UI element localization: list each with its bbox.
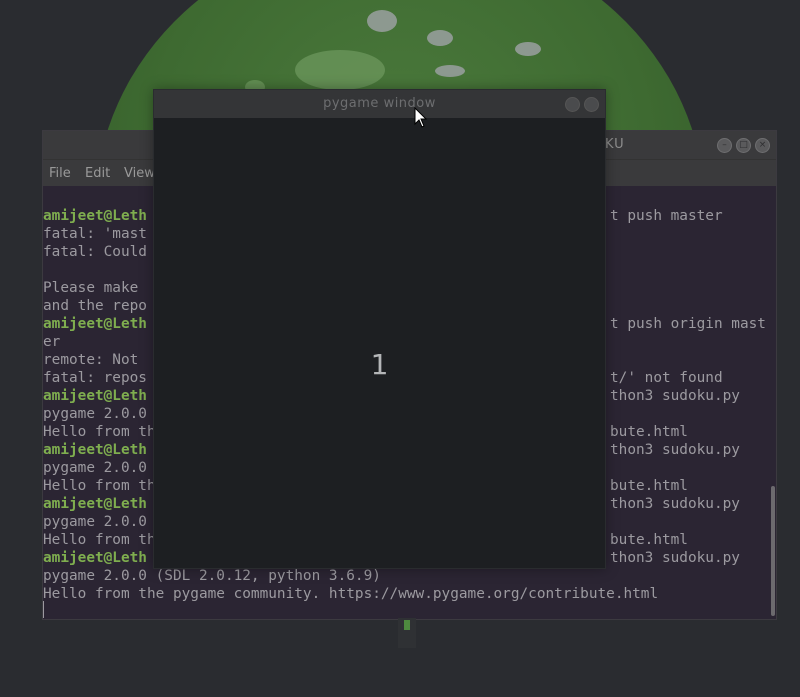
terminal-line: amijeet@Leth (43, 441, 147, 459)
terminal-text: er (43, 334, 61, 350)
terminal-text: pygame 2.0.0 (43, 406, 147, 422)
terminal-text: remote: Not (43, 352, 139, 368)
terminal-line-tail: t push master (610, 208, 723, 224)
terminal-line-tail: bute.html (610, 532, 688, 548)
terminal-line: amijeet@Leth (43, 387, 147, 405)
terminal-text: Hello from th (43, 424, 156, 440)
terminal-line: amijeet@Leth (43, 315, 147, 333)
terminal-line-tail: thon3 sudoku.py (610, 496, 740, 512)
terminal-line: er (43, 333, 60, 351)
close-button[interactable]: × (755, 138, 770, 153)
terminal-line: pygame 2.0.0 (43, 513, 147, 531)
terminal-line-tail: bute.html (610, 478, 688, 494)
terminal-line: fatal: 'mast (43, 225, 147, 243)
terminal-line: Hello from the pygame community. https:/… (43, 585, 658, 603)
mouse-pointer-icon (414, 107, 428, 128)
terminal-line: Please make (43, 279, 138, 297)
pygame-minimize-button[interactable] (565, 97, 580, 112)
terminal-text: fatal: repos (43, 370, 147, 386)
minimize-button[interactable]: – (717, 138, 732, 153)
dock-indicator (404, 620, 410, 630)
terminal-line: Hello from th (43, 531, 156, 549)
terminal-line: pygame 2.0.0 (43, 459, 147, 477)
terminal-line: Hello from th (43, 423, 156, 441)
terminal-prompt: amijeet@Leth (43, 388, 147, 404)
menu-file[interactable]: File (49, 166, 71, 181)
terminal-prompt: amijeet@Leth (43, 496, 147, 512)
terminal-line-tail: t/' not found (610, 370, 723, 386)
terminal-text: Hello from th (43, 532, 156, 548)
terminal-line-tail: t push origin mast (610, 316, 766, 332)
terminal-prompt: amijeet@Leth (43, 208, 147, 224)
menu-edit[interactable]: Edit (85, 166, 110, 181)
menu-view[interactable]: View (124, 166, 155, 181)
terminal-line: pygame 2.0.0 (SDL 2.0.12, python 3.6.9) (43, 567, 381, 585)
pygame-window[interactable]: pygame window 1 (153, 89, 606, 569)
terminal-prompt: amijeet@Leth (43, 550, 147, 566)
terminal-line-tail: thon3 sudoku.py (610, 442, 740, 458)
terminal-line: amijeet@Leth (43, 495, 147, 513)
terminal-line: amijeet@Leth (43, 207, 147, 225)
terminal-line: fatal: repos (43, 369, 147, 387)
pygame-window-title: pygame window (323, 96, 436, 111)
terminal-line-tail: thon3 sudoku.py (610, 550, 740, 566)
terminal-line: pygame 2.0.0 (43, 405, 147, 423)
terminal-prompt: amijeet@Leth (43, 316, 147, 332)
terminal-text: Please make (43, 280, 139, 296)
terminal-prompt: amijeet@Leth (43, 442, 147, 458)
terminal-text: pygame 2.0.0 (43, 514, 147, 530)
terminal-text: pygame 2.0.0 (43, 460, 147, 476)
terminal-line: amijeet@Leth (43, 549, 147, 567)
terminal-scrollbar[interactable] (771, 486, 775, 616)
terminal-line: Hello from th (43, 477, 156, 495)
terminal-cursor (43, 601, 44, 618)
terminal-text: fatal: 'mast (43, 226, 147, 242)
sudoku-digit-display: 1 (370, 348, 389, 381)
terminal-text: Hello from the pygame community. https:/… (43, 586, 659, 602)
terminal-line-tail: bute.html (610, 424, 688, 440)
terminal-text: pygame 2.0.0 (SDL 2.0.12, python 3.6.9) (43, 568, 381, 584)
terminal-text: Hello from th (43, 478, 156, 494)
terminal-line: fatal: Could (43, 243, 147, 261)
terminal-line-tail: thon3 sudoku.py (610, 388, 740, 404)
pygame-close-button[interactable] (584, 97, 599, 112)
pygame-canvas[interactable]: 1 (154, 118, 605, 568)
terminal-text: fatal: Could (43, 244, 147, 260)
terminal-line: remote: Not (43, 351, 138, 369)
terminal-text: and the repo (43, 298, 147, 314)
terminal-line: and the repo (43, 297, 147, 315)
maximize-button[interactable]: □ (736, 138, 751, 153)
pygame-titlebar[interactable]: pygame window (154, 90, 605, 118)
